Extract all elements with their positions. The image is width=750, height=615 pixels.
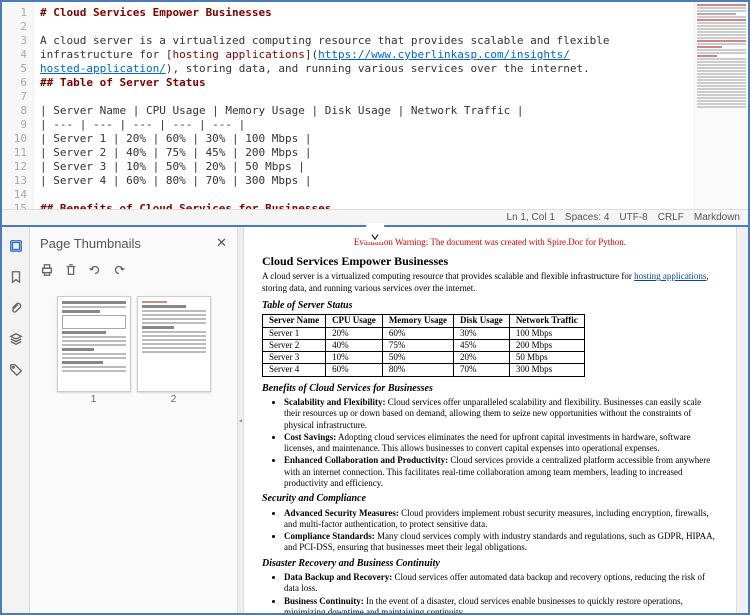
- thumb-page-number: 1: [57, 394, 131, 405]
- vertical-scrollbar[interactable]: [736, 227, 748, 613]
- disaster-list: Data Backup and Recovery: Cloud services…: [284, 572, 718, 613]
- print-icon[interactable]: [40, 263, 54, 280]
- doc-h2-benefits: Benefits of Cloud Services for Businesse…: [262, 383, 718, 396]
- layers-icon[interactable]: [9, 332, 23, 349]
- page-thumbnail[interactable]: [57, 296, 131, 392]
- close-icon[interactable]: ✕: [216, 235, 227, 251]
- thumb-page-number: 2: [137, 394, 211, 405]
- server-status-table: Server NameCPU UsageMemory UsageDisk Usa…: [262, 314, 585, 376]
- thumbnails-title: Page Thumbnails: [40, 236, 141, 251]
- pane-divider-chevron-icon[interactable]: ⌄: [366, 223, 384, 242]
- evaluation-warning: Evaluation Warning: The document was cre…: [262, 237, 718, 248]
- line-gutter: 1234567891011121314151617: [2, 2, 34, 225]
- editor-main: 1234567891011121314151617 # Cloud Servic…: [2, 2, 694, 225]
- thumbnails-icon[interactable]: [9, 239, 23, 256]
- doc-h2-table: Table of Server Status: [262, 300, 718, 313]
- pdf-sidebar-rail: [2, 227, 30, 613]
- doc-h2-disaster: Disaster Recovery and Business Continuit…: [262, 558, 718, 571]
- doc-h2-security: Security and Compliance: [262, 493, 718, 506]
- tag-icon[interactable]: [9, 363, 23, 380]
- code-editor-pane: 1234567891011121314151617 # Cloud Servic…: [2, 2, 748, 227]
- rotate-ccw-icon[interactable]: [88, 263, 102, 280]
- pdf-viewer-pane: Page Thumbnails ✕ 1 2: [2, 227, 748, 613]
- status-position[interactable]: Ln 1, Col 1: [507, 212, 555, 223]
- attachment-icon[interactable]: [9, 301, 23, 318]
- doc-title: Cloud Services Empower Businesses: [262, 254, 718, 269]
- delete-icon[interactable]: [64, 263, 78, 280]
- status-language[interactable]: Markdown: [694, 212, 740, 223]
- document-view[interactable]: Evaluation Warning: The document was cre…: [244, 227, 736, 613]
- thumbnails-panel: Page Thumbnails ✕ 1 2: [30, 227, 238, 613]
- code-area[interactable]: # Cloud Services Empower BusinessesA clo…: [34, 2, 694, 225]
- doc-intro: A cloud server is a virtualized computin…: [262, 271, 718, 294]
- page-thumbnail[interactable]: [137, 296, 211, 392]
- status-spaces[interactable]: Spaces: 4: [565, 212, 609, 223]
- minimap[interactable]: [694, 2, 748, 225]
- status-encoding[interactable]: UTF-8: [619, 212, 647, 223]
- benefits-list: Scalability and Flexibility: Cloud servi…: [284, 397, 718, 489]
- thumbnails-toolbar: [30, 259, 237, 288]
- security-list: Advanced Security Measures: Cloud provid…: [284, 508, 718, 554]
- hosting-link[interactable]: hosting applications: [634, 271, 706, 281]
- status-eol[interactable]: CRLF: [658, 212, 684, 223]
- rotate-cw-icon[interactable]: [112, 263, 126, 280]
- bookmark-icon[interactable]: [9, 270, 23, 287]
